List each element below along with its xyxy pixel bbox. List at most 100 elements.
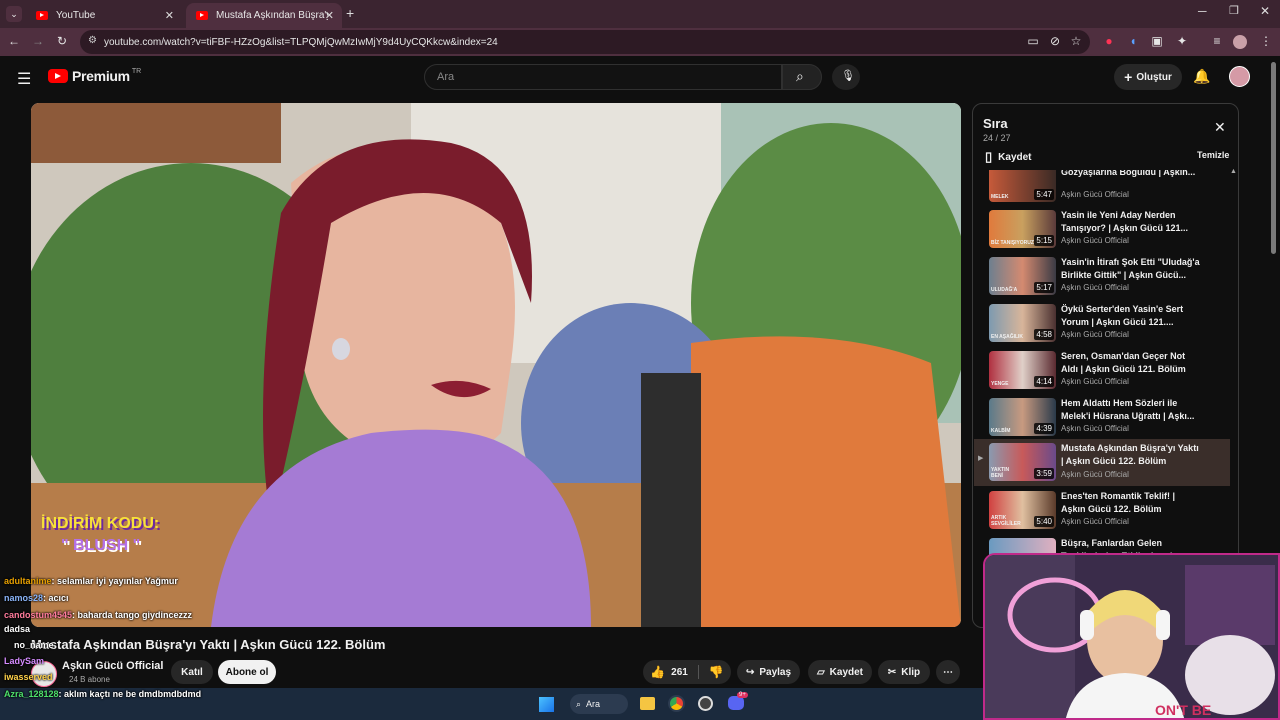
- voice-search-button[interactable]: 🎙: [832, 64, 860, 90]
- extension-audio-icon[interactable]: ◖: [1125, 34, 1141, 48]
- chat-user: iwasserved: [4, 672, 53, 682]
- new-tab-button[interactable]: +: [346, 5, 354, 21]
- back-icon[interactable]: ←: [6, 34, 22, 48]
- queue-item-title: Öykü Serter'den Yasin'e Sert Yorum | Aşk…: [1061, 304, 1184, 327]
- queue-thumbnail: ULUDAĞ'A 5:17: [989, 257, 1056, 295]
- hide-icon[interactable]: ⊘: [1047, 34, 1063, 48]
- thumbnail-tag: BİZ TANIŞIYORUZ: [991, 240, 1034, 246]
- reading-list-icon[interactable]: ≡: [1209, 34, 1225, 48]
- like-button[interactable]: 👍 261: [650, 665, 688, 679]
- address-bar[interactable]: ⚙ youtube.com/watch?v=tiFBF-HZzOg&list=T…: [80, 30, 1090, 54]
- search-input[interactable]: Ara: [424, 64, 782, 90]
- youtube-premium-logo[interactable]: Premium TR: [48, 68, 141, 84]
- subscriber-count: 24 B abone: [69, 675, 110, 684]
- like-count: 261: [671, 666, 688, 678]
- duration: 4:39: [1034, 423, 1054, 434]
- thumbs-down-icon: 👎: [708, 665, 724, 679]
- chat-message: candostum4545: baharda tango giydincezzz: [4, 610, 192, 620]
- chat-message: iwasserved: [4, 672, 53, 682]
- video-player[interactable]: İNDİRİM KODU: " BLUSH ": [31, 103, 961, 627]
- windows-start-icon[interactable]: [539, 697, 554, 712]
- chat-text: : acıcı: [43, 593, 69, 603]
- queue-item[interactable]: ULUDAĞ'A 5:17 Yasin'in İtirafı Şok Etti …: [974, 255, 1229, 301]
- site-info-icon[interactable]: ⚙: [88, 35, 97, 46]
- youtube-favicon-icon: [36, 11, 48, 20]
- app-icon[interactable]: [698, 696, 713, 711]
- save-button[interactable]: ▱ Kaydet: [808, 660, 872, 684]
- share-icon: ↪: [745, 666, 755, 678]
- restore-button[interactable]: ❐: [1229, 4, 1239, 17]
- chat-user: LadySam: [4, 656, 45, 666]
- account-avatar[interactable]: [1229, 66, 1250, 87]
- channel-name[interactable]: Aşkın Gücü Official: [62, 660, 163, 672]
- queue-item-channel: Aşkın Gücü Official: [1061, 470, 1129, 479]
- chat-user: no_name: [14, 640, 54, 650]
- queue-item-channel: Aşkın Gücü Official: [1061, 283, 1129, 292]
- queue-item[interactable]: ARTIK SEVGİLİLER 5:40 Enes'ten Romantik …: [974, 489, 1229, 535]
- duration: 5:47: [1034, 189, 1054, 200]
- dislike-button[interactable]: 👎: [709, 665, 724, 679]
- tab-list-button[interactable]: ⌄: [6, 6, 22, 22]
- extension-shield-icon[interactable]: ▣: [1149, 34, 1165, 48]
- queue-clear-button[interactable]: Temizle: [1197, 150, 1229, 160]
- thumbs-up-icon: 👍: [650, 665, 666, 679]
- taskbar-search[interactable]: ⌕ Ara: [570, 694, 628, 714]
- chat-user: adultanime: [4, 576, 52, 586]
- youtube-logo-icon: [48, 69, 68, 83]
- more-actions-button[interactable]: ⋯: [936, 660, 960, 684]
- chat-message: Azra_128128: aklım kaçtı ne be dmdbmdbdm…: [4, 689, 201, 699]
- thumbnail-tag: ULUDAĞ'A: [991, 287, 1018, 293]
- queue-save-button[interactable]: ▯ Kaydet: [985, 149, 1032, 165]
- queue-item[interactable]: MELEK 5:47 Gözyaşlarına Boğuldu | Aşkın.…: [974, 170, 1229, 208]
- queue-item[interactable]: EN AŞAĞILIK 4:58 Öykü Serter'den Yasin'e…: [974, 302, 1229, 348]
- queue-item-title: Enes'ten Romantik Teklif! | Aşkın Gücü 1…: [1061, 491, 1176, 514]
- notification-badge: 9+: [737, 692, 748, 698]
- queue-item-channel: Aşkın Gücü Official: [1061, 377, 1129, 386]
- queue-item[interactable]: KALBİM 4:39 Hem Aldattı Hem Sözleri ile …: [974, 396, 1229, 442]
- tab-current-video[interactable]: Mustafa Aşkından Büşra'yı Yaktı ✕: [186, 3, 342, 28]
- cast-icon[interactable]: ▭: [1025, 34, 1041, 48]
- minimize-button[interactable]: ─: [1198, 4, 1207, 18]
- notifications-bell-icon[interactable]: 🔔: [1193, 68, 1210, 85]
- queue-item-channel: Aşkın Gücü Official: [1061, 424, 1129, 433]
- queue-position: 24 / 27: [983, 133, 1011, 143]
- search-button[interactable]: ⌕: [782, 64, 822, 90]
- chat-text: : baharda tango giydincezzz: [72, 610, 193, 620]
- browser-menu-icon[interactable]: ⋮: [1258, 34, 1274, 48]
- bookmark-star-icon[interactable]: ☆: [1068, 34, 1084, 48]
- subscribe-button[interactable]: Abone ol: [218, 660, 276, 684]
- page-scrollbar[interactable]: [1271, 62, 1276, 254]
- hamburger-menu-icon[interactable]: ☰: [17, 69, 31, 89]
- logo-text: Premium: [72, 68, 130, 84]
- thumbnail-tag: YAKTIN BENİ: [991, 467, 1010, 479]
- duration: 3:59: [1034, 468, 1054, 479]
- join-button[interactable]: Katıl: [171, 660, 213, 684]
- queue-item[interactable]: BİZ TANIŞIYORUZ 5:15 Yasin ile Yeni Aday…: [974, 208, 1229, 254]
- extensions-puzzle-icon[interactable]: ✦: [1174, 34, 1190, 48]
- tab-youtube[interactable]: YouTube ✕: [26, 3, 182, 28]
- chrome-icon[interactable]: [668, 695, 685, 712]
- discord-icon[interactable]: [728, 696, 744, 710]
- profile-avatar-icon[interactable]: [1233, 35, 1247, 49]
- queue-scroll-up-icon[interactable]: ▲: [1230, 168, 1237, 175]
- tab-strip: ⌄ YouTube ✕ Mustafa Aşkından Büşra'yı Ya…: [0, 0, 1280, 28]
- close-tab-icon[interactable]: ✕: [165, 9, 174, 22]
- queue-item[interactable]: YENGE 4:14 Seren, Osman'dan Geçer Not Al…: [974, 349, 1229, 395]
- clip-button[interactable]: ✂ Klip: [878, 660, 930, 684]
- share-button[interactable]: ↪ Paylaş: [737, 660, 800, 684]
- create-button[interactable]: + Oluştur: [1114, 64, 1182, 90]
- close-tab-icon[interactable]: ✕: [325, 9, 334, 22]
- chat-user: candostum4545: [4, 610, 73, 620]
- chat-message: no_name: [4, 640, 54, 650]
- queue-thumbnail: YAKTIN BENİ 3:59: [989, 443, 1056, 481]
- extension-red-icon[interactable]: ●: [1101, 34, 1117, 48]
- forward-icon[interactable]: →: [30, 34, 46, 48]
- reload-icon[interactable]: ↻: [54, 34, 70, 48]
- close-queue-icon[interactable]: ✕: [1214, 119, 1226, 136]
- close-window-button[interactable]: ✕: [1260, 4, 1270, 18]
- logo-country: TR: [131, 67, 142, 75]
- file-explorer-icon[interactable]: [640, 697, 655, 710]
- queue-item-current[interactable]: ▶ YAKTIN BENİ 3:59 Mustafa Aşkından Büşr…: [974, 439, 1230, 486]
- queue-thumbnail: KALBİM 4:39: [989, 398, 1056, 436]
- chat-text: : selamlar iyi yayınlar Yağmur: [51, 576, 178, 586]
